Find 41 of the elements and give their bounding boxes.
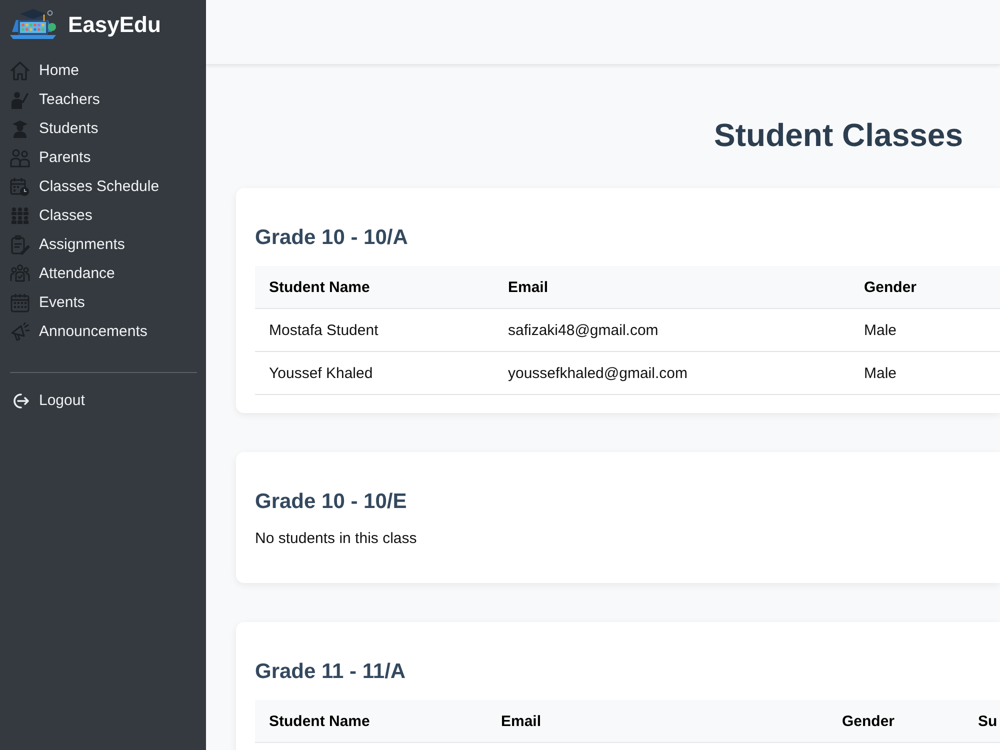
two-people-icon <box>10 148 30 168</box>
class-title: Grade 10 - 10/A <box>255 226 408 250</box>
class-title: Grade 11 - 11/A <box>255 660 406 684</box>
megaphone-icon <box>10 322 30 342</box>
table-cell: youssefkhaled@gmail.com <box>494 352 850 394</box>
classroom-icon <box>10 206 30 226</box>
column-header: Student Name <box>255 700 487 742</box>
column-header: Student Name <box>255 266 494 308</box>
column-header: Gender <box>828 700 964 742</box>
nav-link[interactable]: Parents <box>0 143 206 172</box>
logout-link[interactable]: Logout <box>0 386 206 415</box>
table-cell: Mostafa Student <box>255 308 494 352</box>
page-title: Student Classes <box>714 116 963 154</box>
nav-link[interactable]: Classes Schedule <box>0 172 206 201</box>
logo-icon <box>10 8 58 42</box>
home-icon <box>10 60 30 80</box>
empty-message: No students in this class <box>255 530 417 548</box>
nav-link[interactable]: Attendance <box>0 259 206 288</box>
nav-link[interactable]: Assignments <box>0 230 206 259</box>
nav-link[interactable]: Classes <box>0 201 206 230</box>
nav-link[interactable]: Home <box>0 56 206 85</box>
class-title: Grade 10 - 10/E <box>255 490 407 514</box>
table-cell: Youssef Khaled <box>255 352 494 394</box>
table-cell: safizaki48@gmail.com <box>494 308 850 352</box>
column-header: Email <box>487 700 828 742</box>
calendar-icon <box>10 292 30 312</box>
calendar-clock-icon <box>10 176 30 196</box>
table-cell: Male <box>850 352 1000 394</box>
nav-link[interactable]: Announcements <box>0 317 206 346</box>
brand-name: EasyEdu <box>68 12 161 38</box>
clipboard-pencil-icon <box>10 234 30 254</box>
column-header: Gender <box>850 266 1000 308</box>
column-header: Email <box>494 266 850 308</box>
nav-link[interactable]: Students <box>0 114 206 143</box>
people-check-icon <box>10 264 30 284</box>
teacher-icon <box>10 90 30 110</box>
column-header: Su <box>964 700 1000 742</box>
table-cell: Male <box>850 308 1000 352</box>
nav-link[interactable]: Teachers <box>0 85 206 114</box>
nav-link[interactable]: Events <box>0 288 206 317</box>
student-icon <box>10 118 30 138</box>
